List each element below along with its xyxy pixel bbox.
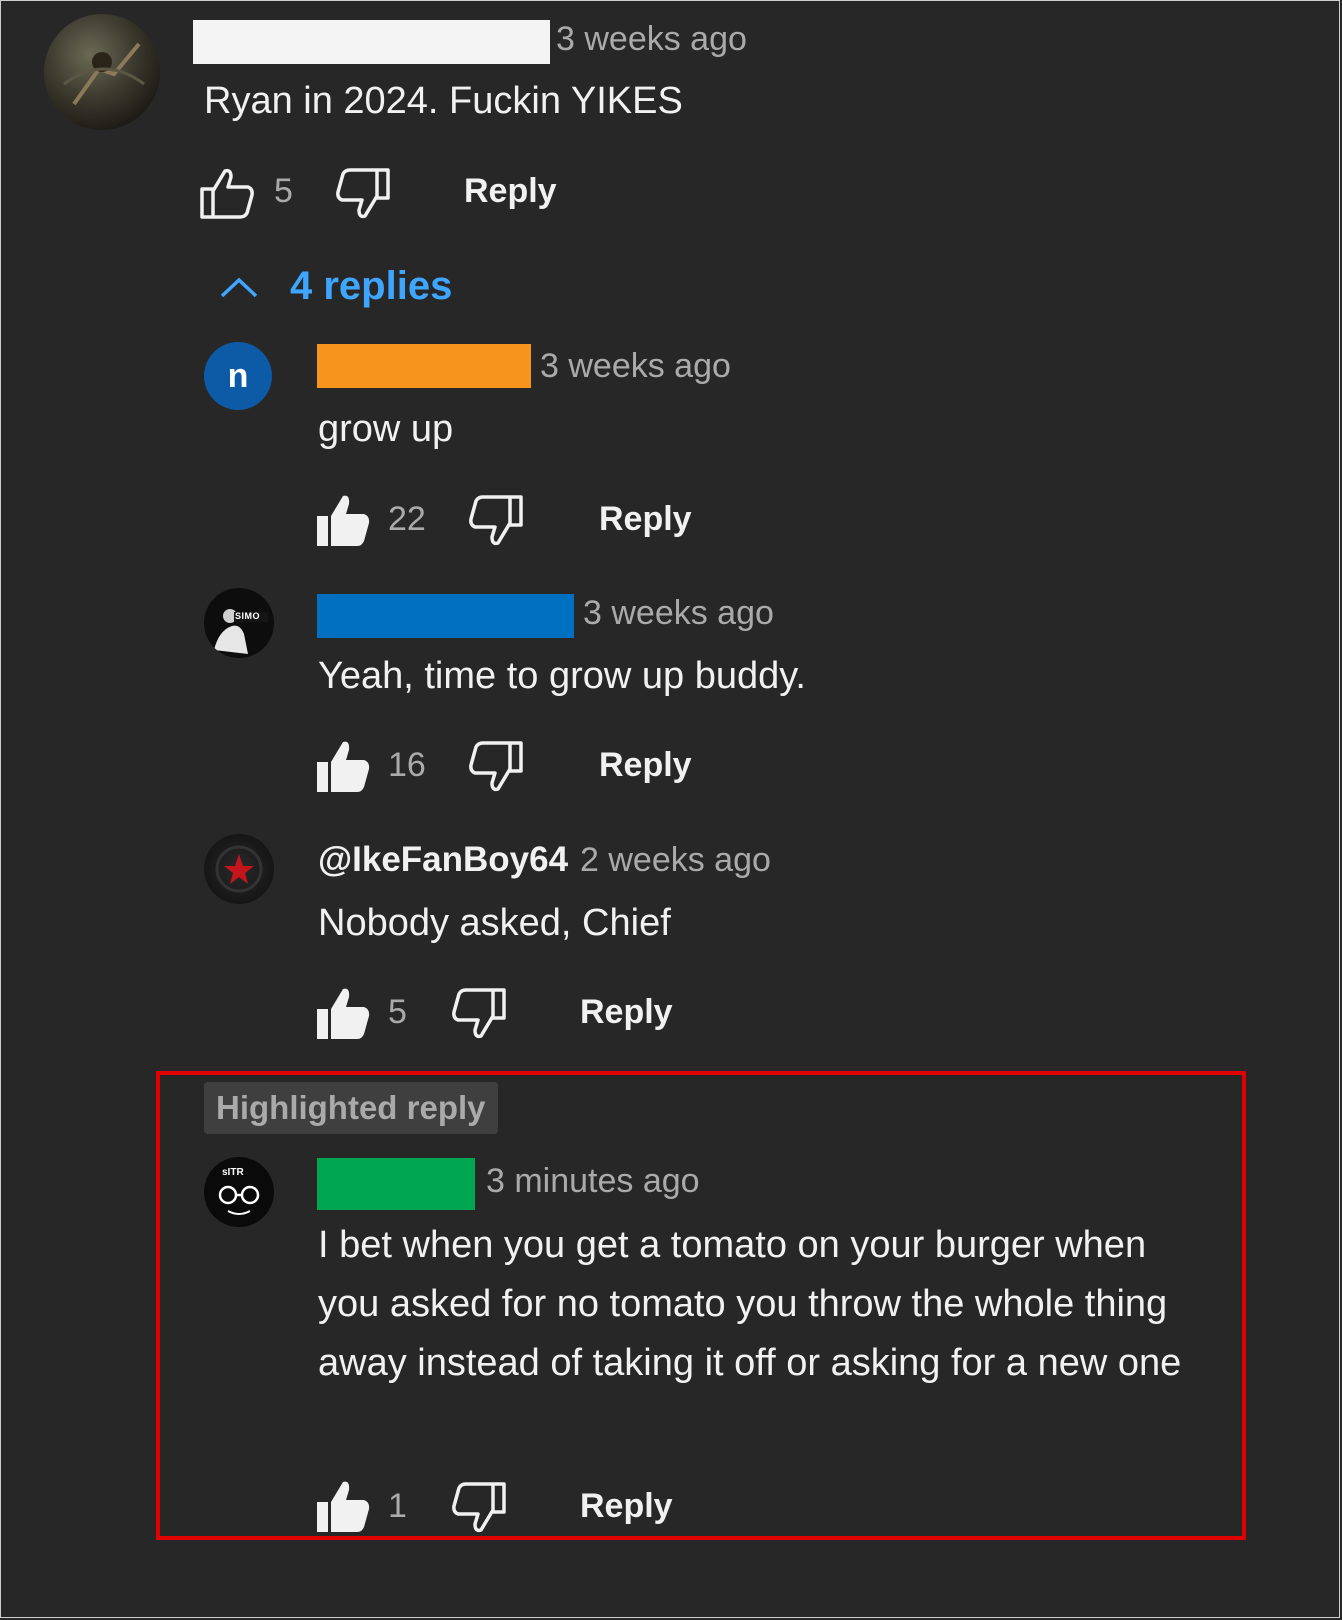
- thumbs-down-outline-icon: [469, 495, 523, 546]
- like-button[interactable]: [314, 985, 372, 1041]
- like-count: 22: [388, 500, 426, 538]
- reply-button[interactable]: Reply: [599, 746, 692, 785]
- like-button[interactable]: [314, 1478, 372, 1534]
- reply-button[interactable]: Reply: [599, 500, 692, 539]
- like-button[interactable]: [198, 165, 256, 221]
- thumbs-up-filled-icon: [317, 495, 370, 546]
- dislike-button[interactable]: [450, 988, 508, 1044]
- avatar-photo-icon: [214, 609, 268, 654]
- dislike-button[interactable]: [467, 495, 525, 551]
- highlighted-reply-badge: Highlighted reply: [204, 1082, 498, 1134]
- avatar-photo-icon: [63, 42, 145, 106]
- reply-avatar[interactable]: [204, 834, 274, 904]
- reply-author-redacted: [317, 594, 574, 638]
- commenter-name-redacted: [193, 20, 550, 64]
- reply-avatar[interactable]: n: [204, 342, 272, 410]
- thumbs-up-filled-icon: [317, 1481, 370, 1532]
- reply-avatar[interactable]: SIMO: [204, 588, 274, 658]
- reply-text: grow up: [318, 408, 454, 450]
- like-button[interactable]: [314, 492, 372, 548]
- thumbs-up-filled-icon: [317, 988, 370, 1039]
- thumbs-down-outline-icon: [452, 1482, 506, 1533]
- reply-timestamp[interactable]: 3 minutes ago: [486, 1162, 700, 1201]
- red-emblem-icon: [215, 845, 263, 893]
- thumbs-down-outline-icon: [336, 168, 390, 219]
- like-count: 1: [388, 1487, 407, 1525]
- reply-author-redacted: [317, 1158, 475, 1210]
- reply-author-redacted: [317, 344, 531, 388]
- avatar-brand-label: sITR: [222, 1167, 244, 1178]
- like-count: 5: [388, 993, 407, 1031]
- commenter-avatar[interactable]: [44, 14, 160, 130]
- reply-button[interactable]: Reply: [464, 172, 557, 211]
- avatar-letter: n: [227, 356, 249, 395]
- dislike-button[interactable]: [334, 168, 392, 224]
- reply-timestamp[interactable]: 3 weeks ago: [583, 594, 774, 633]
- thumbs-down-outline-icon: [469, 741, 523, 792]
- reply-timestamp[interactable]: 2 weeks ago: [580, 841, 771, 880]
- avatar-brand-label: SIMO: [235, 611, 261, 621]
- thumbs-up-outline-icon: [200, 168, 254, 219]
- reply-timestamp[interactable]: 3 weeks ago: [540, 347, 731, 386]
- reply-avatar[interactable]: sITR: [204, 1157, 274, 1227]
- comment-text: Ryan in 2024. Fuckin YIKES: [204, 80, 683, 122]
- thumbs-up-filled-icon: [317, 741, 370, 792]
- thumbs-down-outline-icon: [452, 988, 506, 1039]
- reply-button[interactable]: Reply: [580, 993, 673, 1032]
- comment-timestamp[interactable]: 3 weeks ago: [556, 20, 747, 59]
- reply-button[interactable]: Reply: [580, 1487, 673, 1526]
- replies-toggle-button[interactable]: 4 replies: [216, 264, 452, 309]
- replies-toggle-label: 4 replies: [290, 264, 453, 308]
- like-count: 16: [388, 746, 426, 784]
- dislike-button[interactable]: [467, 741, 525, 797]
- dislike-button[interactable]: [450, 1482, 508, 1538]
- reply-text: I bet when you get a tomato on your burg…: [318, 1224, 1182, 1384]
- like-count: 5: [274, 172, 293, 210]
- reply-author[interactable]: @IkeFanBoy64: [318, 840, 568, 880]
- reply-text: Nobody asked, Chief: [318, 902, 671, 944]
- like-button[interactable]: [314, 738, 372, 794]
- reply-text: Yeah, time to grow up buddy.: [318, 655, 806, 697]
- chevron-up-icon: [220, 277, 258, 297]
